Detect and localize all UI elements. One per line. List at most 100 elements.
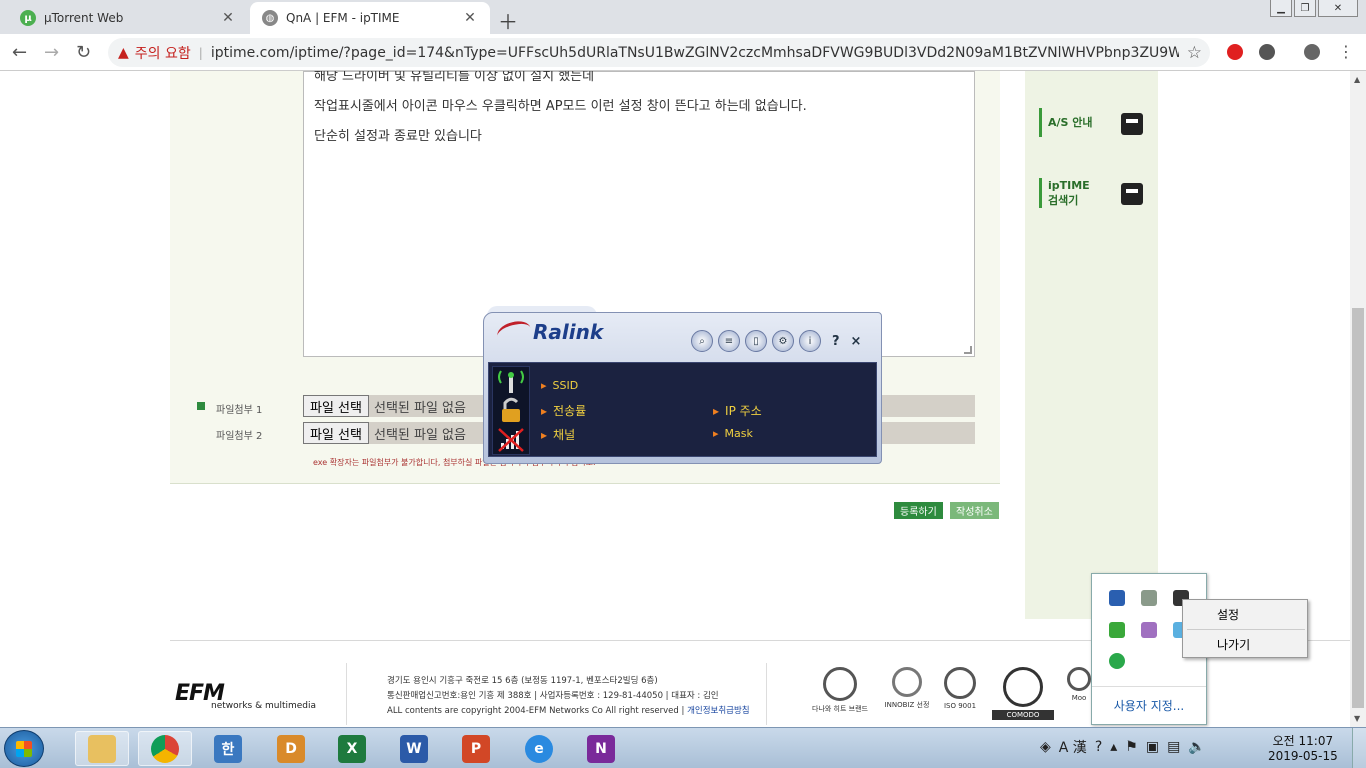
vpn-tray-icon[interactable] [1109,622,1125,638]
divider: | [198,45,203,60]
start-button[interactable] [4,730,44,767]
text-line: 작업표시줄에서 아이콘 마우스 우클릭하면 AP모드 이런 설정 창이 뜬다고 … [314,99,807,114]
extension-icon[interactable] [1259,44,1275,60]
taskbar-powerpoint[interactable]: P [449,731,503,766]
tab-utorrent[interactable]: µ µTorrent Web ✕ [8,2,248,34]
taskbar-explorer[interactable] [75,731,129,766]
device-icon[interactable]: ▣ [1146,739,1159,755]
scroll-thumb[interactable] [1352,308,1364,708]
cert-label: COMODO [992,710,1054,720]
no-signal-icon [498,428,524,452]
internet-explorer-icon: e [525,734,553,763]
close-icon[interactable]: ✕ [220,10,236,26]
efm-logo: EFM networks & multimedia [175,681,316,711]
tray-expand-icon[interactable]: ▴ [1110,739,1117,755]
security-warning[interactable]: 주의 요함 [135,43,191,63]
customize-link[interactable]: 사용자 지정... [1092,686,1206,724]
ralink-window[interactable]: Ralink ⌕ ≡ ▯ ⚙ i ? × ▸ SSID ▸ 전송률 ▸ 채널 ▸… [483,306,882,464]
page-scrollbar[interactable]: ▲ ▼ [1350,71,1366,727]
back-icon[interactable]: ← [12,42,27,63]
profile-icon[interactable] [1304,44,1320,60]
file-status: 선택된 파일 없음 [373,427,466,443]
security-tray-icon[interactable] [1141,590,1157,606]
search-robot-icon [1121,183,1143,205]
scroll-up-icon[interactable]: ▲ [1354,75,1360,84]
flag-icon[interactable]: ⚑ [1125,739,1138,755]
utorrent-tray-icon[interactable] [1109,653,1125,669]
system-tray: ◈ A 漢 ? ▴ ⚑ ▣ ▤ 🔈 [1040,737,1206,757]
ralink-swirl-icon [494,317,534,347]
cert-comodo: COMODO [992,667,1054,720]
ralink-logo: Ralink [494,317,603,347]
resize-handle[interactable] [964,346,972,354]
info-icon[interactable]: i [799,330,821,352]
ip-label: IP 주소 [713,402,762,419]
list-icon[interactable]: ≡ [718,330,740,352]
cancel-button[interactable]: 작성취소 [950,502,999,519]
warning-icon[interactable]: ▲ [118,45,129,61]
excel-icon: X [338,734,366,763]
attach-label-2: 파일첨부 2 [216,431,263,442]
taskbar-ppt-viewer[interactable]: D [264,731,318,766]
privacy-link[interactable]: 개인정보취급방침 [687,706,750,716]
sidebar-label: A/S 안내 [1048,116,1093,129]
notes-tray-icon[interactable] [1141,622,1157,638]
ssid-label: SSID [541,379,579,392]
sidebar-item-as[interactable]: A/S 안내 [1039,108,1093,137]
tab-iptime-qna[interactable]: ◍ QnA | EFM - ipTIME ✕ [250,2,490,34]
language-icon[interactable]: ◈ [1040,739,1051,755]
footer-info: 경기도 용인시 기흥구 죽전로 15 6층 (보정동 1197-1, 벤포스타2… [387,674,750,719]
channel-label: 채널 [541,426,575,443]
unlock-icon [502,397,520,422]
taskbar-excel[interactable]: X [325,731,379,766]
tray-context-menu: 설정 나가기 [1182,599,1308,658]
cert-label: ISO 9001 [943,702,977,710]
menu-item-exit[interactable]: 나가기 [1217,636,1250,653]
browser-tab-bar: µ µTorrent Web ✕ ◍ QnA | EFM - ipTIME ✕ … [0,0,1366,34]
reload-icon[interactable]: ↻ [76,42,91,63]
badge-icon [892,667,922,697]
url-text[interactable]: iptime.com/iptime/?page_id=174&nType=UFF… [211,45,1179,61]
cert-moo: Moo [1066,667,1092,702]
ime-indicator[interactable]: A 漢 [1059,737,1087,757]
ralink-toolbar: ⌕ ≡ ▯ ⚙ i ? × [691,330,861,352]
app-tray-icon[interactable] [1109,590,1125,606]
help-icon[interactable]: ? [1095,739,1102,755]
submit-button[interactable]: 등록하기 [894,502,943,519]
taskbar-chrome[interactable] [138,731,192,766]
taskbar-word[interactable]: W [387,731,441,766]
minimize-button[interactable]: ▁ [1270,0,1292,17]
sidebar-item-search[interactable]: ipTIME 검색기 [1039,178,1090,208]
signal-status-icons [498,370,524,452]
cert-danawa: 다나와 히트 브랜드 [810,667,870,714]
network-icon[interactable]: ▤ [1167,739,1180,755]
taskbar-onenote[interactable]: N [574,731,628,766]
windows-taskbar: 한 D X W P e N ◈ A 漢 ? ▴ ⚑ ▣ ▤ 🔈 오전 11:07… [0,727,1366,768]
taskbar-ie[interactable]: e [512,731,566,766]
file-select-button[interactable]: 파일 선택 [303,422,369,444]
footer-registration: 통신판매업신고번호:용인 기흥 제 388호 | 사업자등록번호 : 129-8… [387,691,719,701]
restore-button[interactable]: ❐ [1294,0,1316,17]
volume-icon[interactable]: 🔈 [1188,739,1205,755]
menu-dots-icon[interactable]: ⋮ [1338,42,1354,61]
taskbar-hangul[interactable]: 한 [201,731,255,766]
bookmark-star-icon[interactable]: ☆ [1187,43,1202,63]
close-button[interactable]: × [851,334,862,349]
close-window-button[interactable]: ✕ [1318,0,1358,17]
close-icon[interactable]: ✕ [462,10,478,26]
menu-item-settings[interactable]: 설정 [1217,606,1239,623]
scroll-down-icon[interactable]: ▼ [1354,714,1360,723]
adblock-extension-icon[interactable] [1227,44,1243,60]
gear-icon[interactable]: ⚙ [772,330,794,352]
attach-label-1: 파일첨부 1 [216,405,263,416]
taskbar-clock[interactable]: 오전 11:07 2019-05-15 [1268,734,1338,764]
show-desktop-button[interactable] [1352,728,1366,768]
search-icon[interactable]: ⌕ [691,330,713,352]
help-button[interactable]: ? [832,334,840,349]
document-icon[interactable]: ▯ [745,330,767,352]
forward-icon[interactable]: → [44,42,59,63]
omnibox[interactable]: ▲ 주의 요함 | iptime.com/iptime/?page_id=174… [108,38,1210,67]
new-tab-button[interactable]: ＋ [498,6,518,35]
file-select-button[interactable]: 파일 선택 [303,395,369,417]
cert-innobiz: INNOBIZ 선정 [882,667,932,710]
